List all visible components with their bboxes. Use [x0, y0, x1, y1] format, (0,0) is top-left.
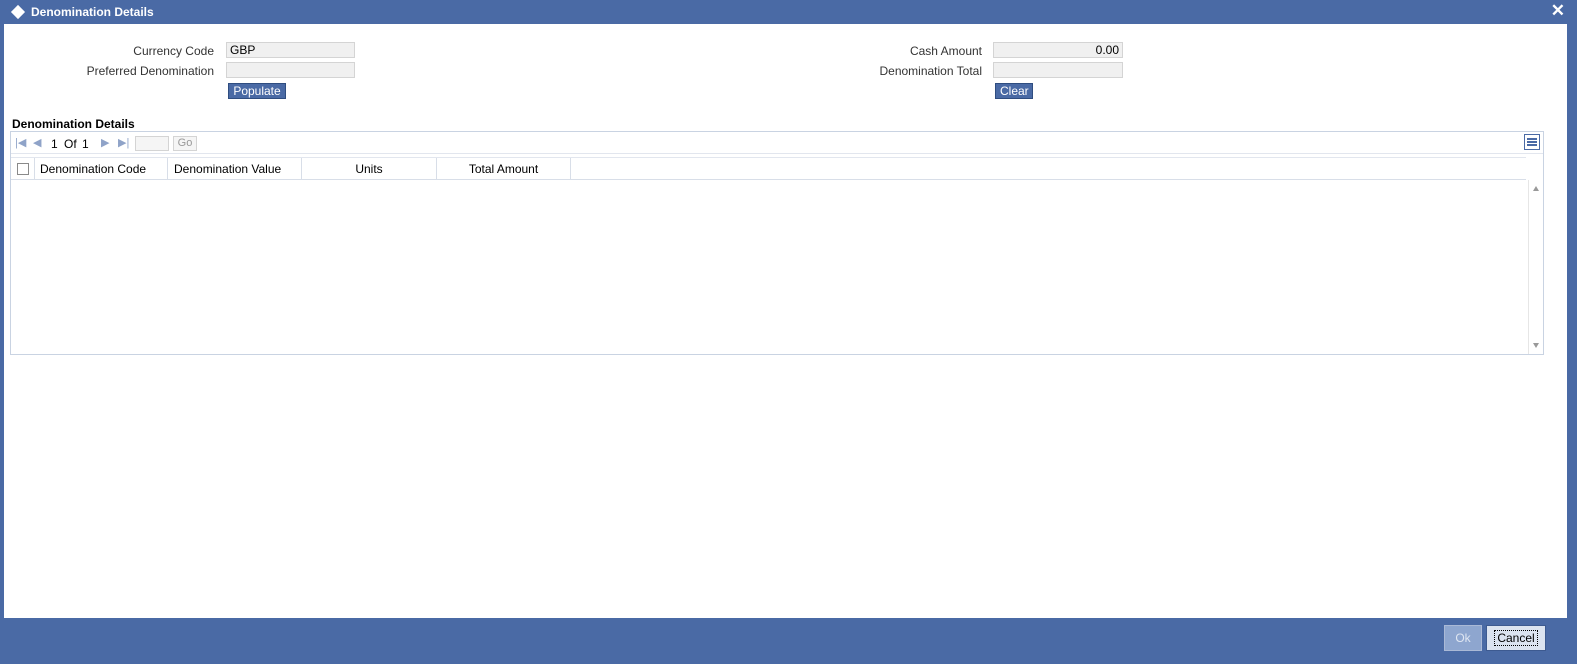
dialog-footer: Ok Cancel — [0, 618, 1577, 664]
first-page-icon[interactable]: |◀ — [15, 136, 26, 149]
previous-page-icon[interactable]: ◀ — [33, 136, 41, 149]
preferred-denomination-field[interactable] — [226, 62, 355, 78]
cancel-button-label: Cancel — [1494, 630, 1538, 646]
denomination-details-window: Denomination Details ✕ Currency Code Pre… — [0, 0, 1577, 664]
close-icon[interactable]: ✕ — [1551, 1, 1565, 21]
last-page-icon[interactable]: ▶| — [118, 136, 129, 149]
currency-code-field[interactable] — [226, 42, 355, 58]
dialog-content: Currency Code Preferred Denomination Pop… — [4, 24, 1567, 618]
title-bar: Denomination Details ✕ — [0, 0, 1577, 24]
column-header-denomination-code[interactable]: Denomination Code — [35, 158, 168, 180]
diamond-icon — [10, 4, 26, 20]
total-pages: 1 — [82, 137, 89, 151]
next-page-icon[interactable]: ▶ — [101, 136, 109, 149]
column-header-total-amount[interactable]: Total Amount — [437, 158, 571, 180]
of-label: Of — [64, 137, 77, 151]
denomination-grid: |◀ ◀ 1 Of 1 ▶ ▶| Go Denomination Code De… — [10, 131, 1544, 355]
go-button[interactable]: Go — [173, 136, 197, 151]
cash-amount-label: Cash Amount — [909, 44, 982, 58]
denomination-total-field[interactable] — [993, 62, 1123, 78]
ok-button[interactable]: Ok — [1444, 625, 1482, 651]
page-number-input[interactable] — [135, 136, 169, 151]
scroll-down-icon[interactable] — [1533, 343, 1539, 348]
current-page-number: 1 — [51, 137, 58, 151]
currency-code-label: Currency Code — [133, 44, 214, 58]
select-all-checkbox[interactable] — [17, 163, 29, 175]
column-header-denomination-value[interactable]: Denomination Value — [168, 158, 302, 180]
column-list-icon[interactable] — [1524, 134, 1540, 150]
preferred-denomination-label: Preferred Denomination — [86, 64, 214, 78]
grid-pager: |◀ ◀ 1 Of 1 ▶ ▶| Go — [11, 132, 1543, 154]
section-title-denomination-details: Denomination Details — [12, 117, 135, 131]
clear-button[interactable]: Clear — [995, 83, 1033, 99]
select-all-cell — [11, 158, 35, 180]
grid-vertical-scrollbar[interactable] — [1528, 180, 1543, 354]
cancel-button[interactable]: Cancel — [1486, 625, 1546, 651]
window-title: Denomination Details — [31, 5, 154, 19]
scroll-up-icon[interactable] — [1533, 186, 1539, 191]
denomination-total-label: Denomination Total — [879, 64, 982, 78]
column-header-units[interactable]: Units — [302, 158, 437, 180]
cash-amount-field[interactable] — [993, 42, 1123, 58]
grid-header-row: Denomination Code Denomination Value Uni… — [11, 157, 1526, 180]
populate-button[interactable]: Populate — [228, 83, 286, 99]
